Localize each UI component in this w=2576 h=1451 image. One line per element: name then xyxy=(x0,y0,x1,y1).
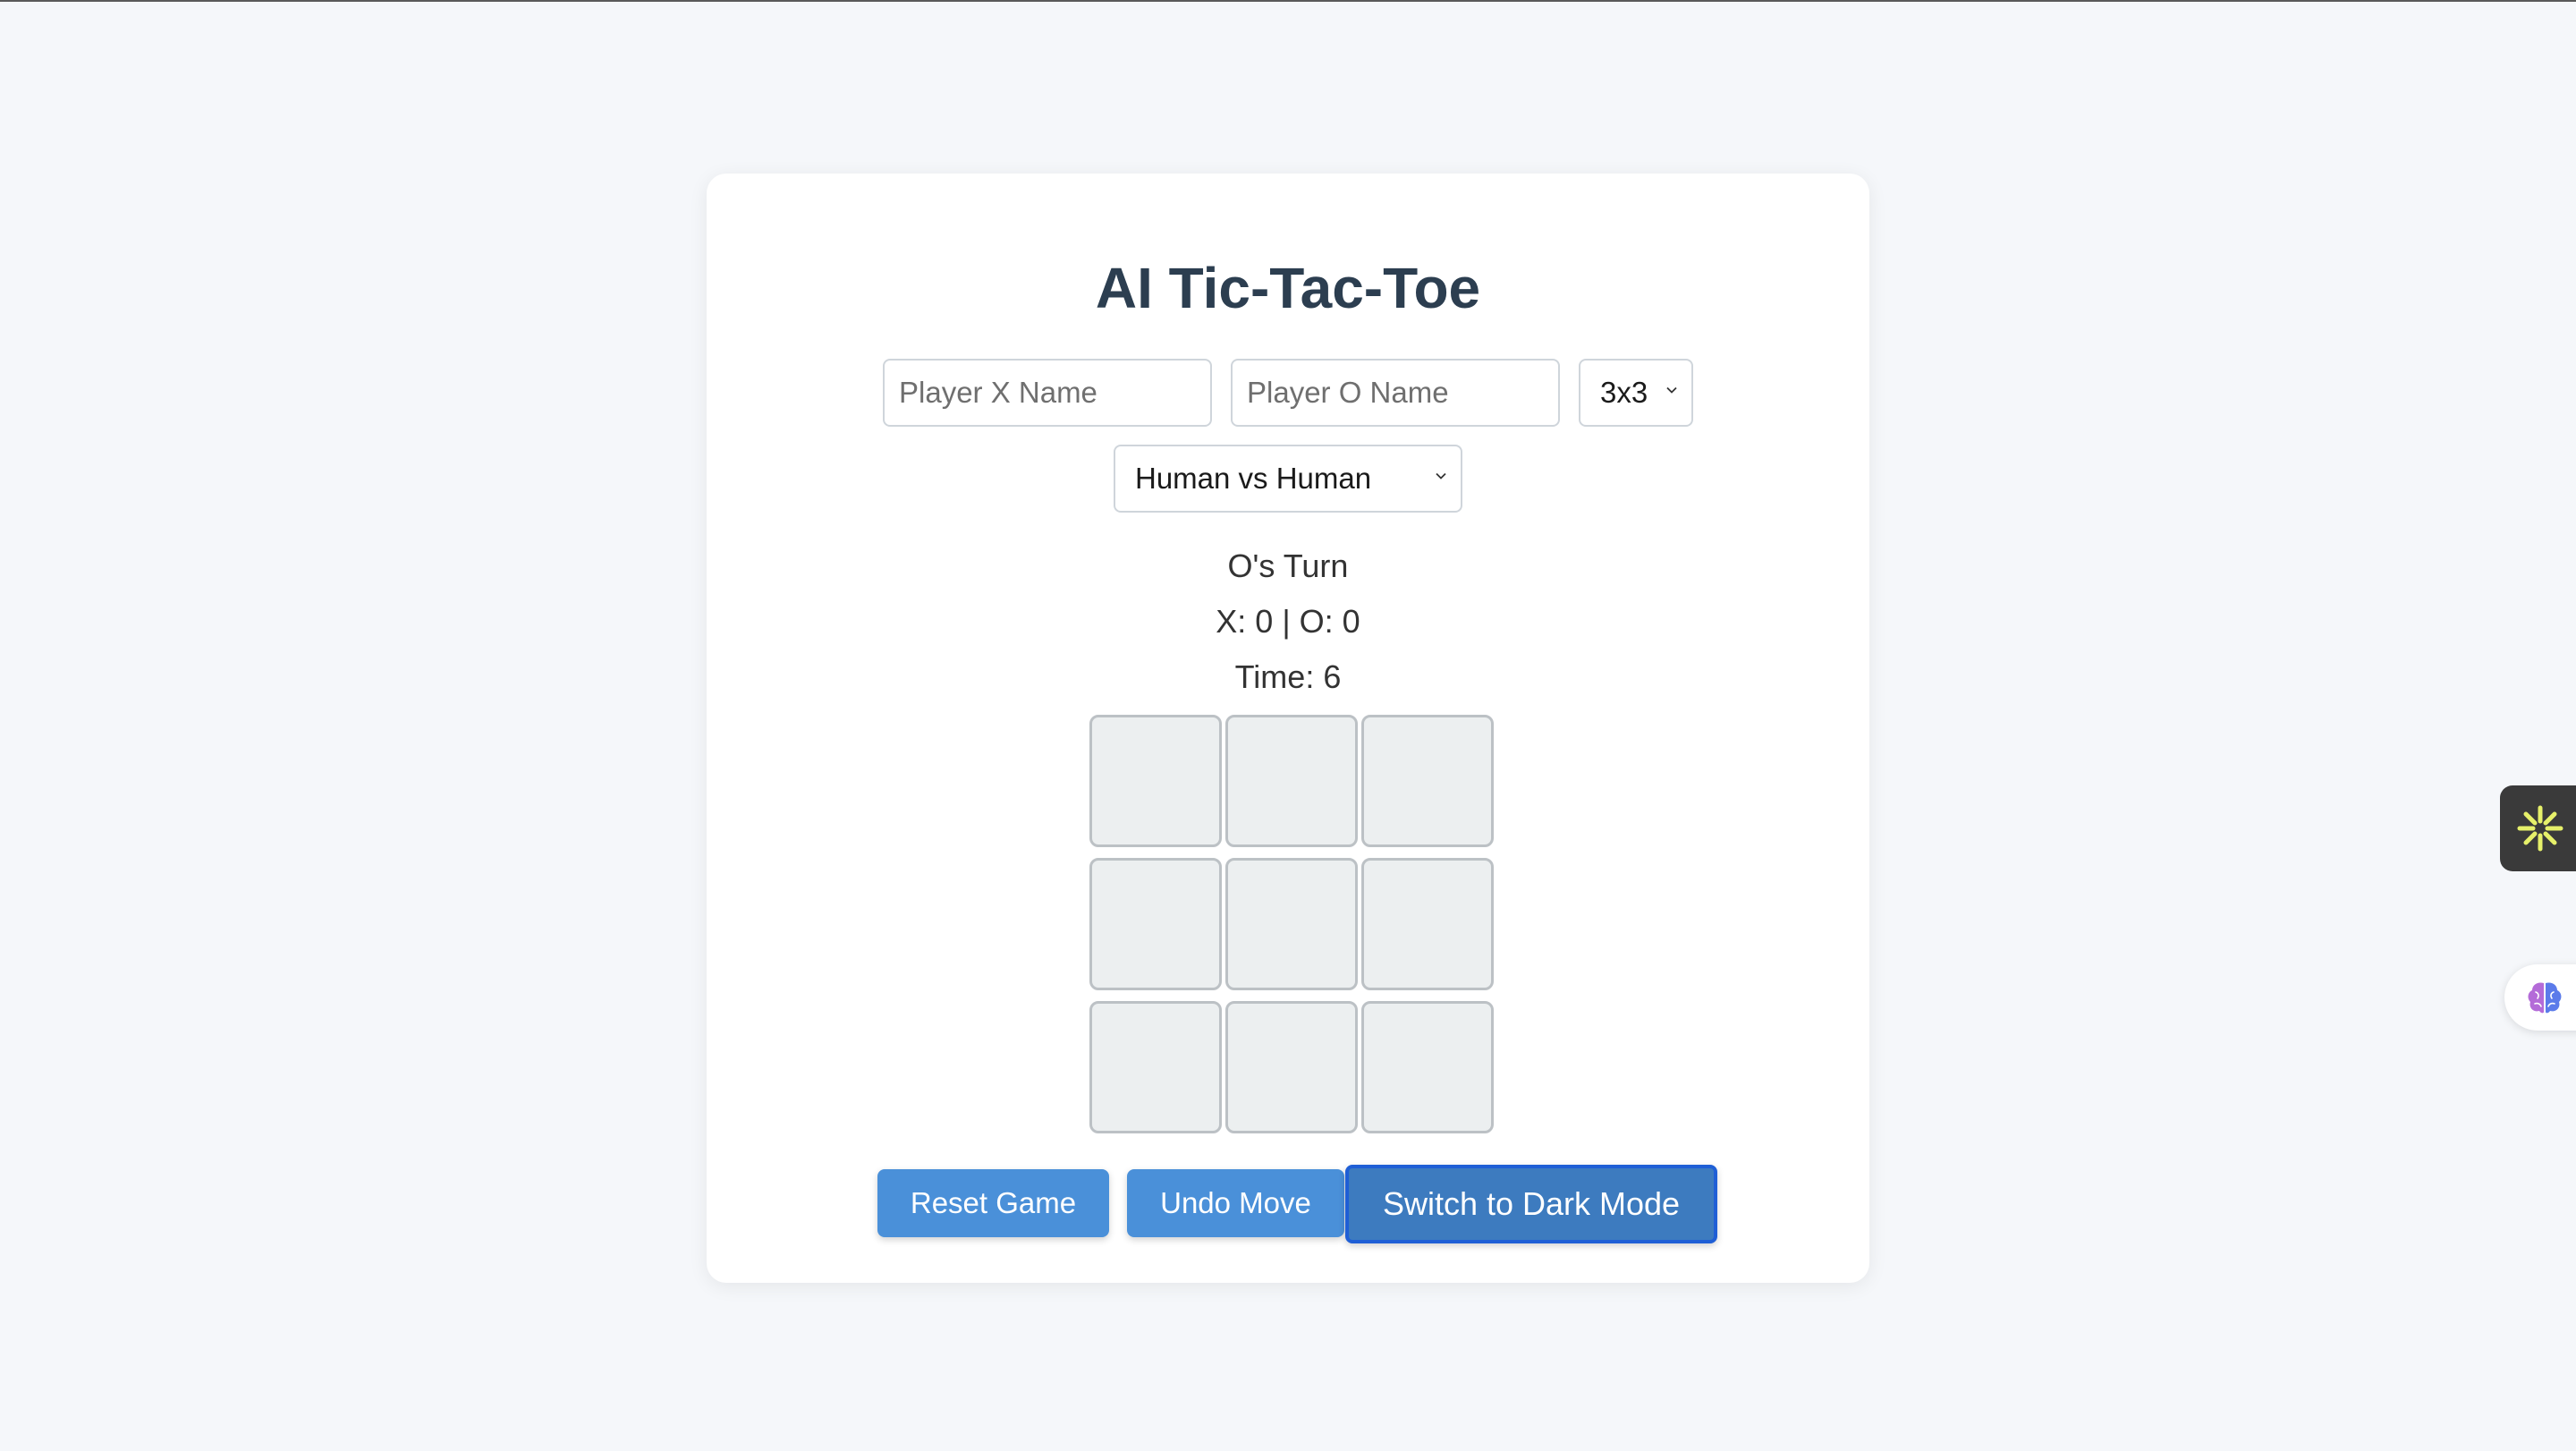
board-size-value: 3x3 xyxy=(1600,376,1648,409)
player-x-name-input[interactable] xyxy=(883,359,1212,427)
board-cell[interactable] xyxy=(1225,1001,1358,1133)
chevron-down-icon xyxy=(1666,386,1677,394)
chevron-down-icon xyxy=(1436,472,1446,479)
board-cell[interactable] xyxy=(1361,715,1494,847)
reset-game-button[interactable]: Reset Game xyxy=(877,1169,1109,1237)
sparkle-icon xyxy=(2517,805,2563,852)
browser-top-border xyxy=(0,0,2576,2)
score-display: X: 0 | O: 0 xyxy=(1216,603,1360,640)
brain-icon xyxy=(2528,982,2562,1014)
undo-move-button[interactable]: Undo Move xyxy=(1127,1169,1344,1237)
game-mode-select[interactable]: Human vs Human xyxy=(1114,445,1462,513)
player-o-name-input[interactable] xyxy=(1231,359,1560,427)
board-cell[interactable] xyxy=(1089,1001,1222,1133)
board-cell[interactable] xyxy=(1361,858,1494,990)
side-assistant-button[interactable] xyxy=(2504,964,2576,1031)
board-cell[interactable] xyxy=(1225,858,1358,990)
game-mode-value: Human vs Human xyxy=(1135,462,1372,495)
board-cell[interactable] xyxy=(1089,858,1222,990)
board-cell[interactable] xyxy=(1225,715,1358,847)
page-title: AI Tic-Tac-Toe xyxy=(1095,256,1481,320)
board-size-select[interactable]: 3x3 xyxy=(1579,359,1693,427)
timer-display: Time: 6 xyxy=(1234,658,1342,695)
turn-indicator: O's Turn xyxy=(1227,547,1349,584)
board-cell[interactable] xyxy=(1361,1001,1494,1133)
dark-mode-toggle-button[interactable]: Switch to Dark Mode xyxy=(1345,1165,1717,1243)
side-widget-button[interactable] xyxy=(2500,785,2576,871)
board-cell[interactable] xyxy=(1089,715,1222,847)
